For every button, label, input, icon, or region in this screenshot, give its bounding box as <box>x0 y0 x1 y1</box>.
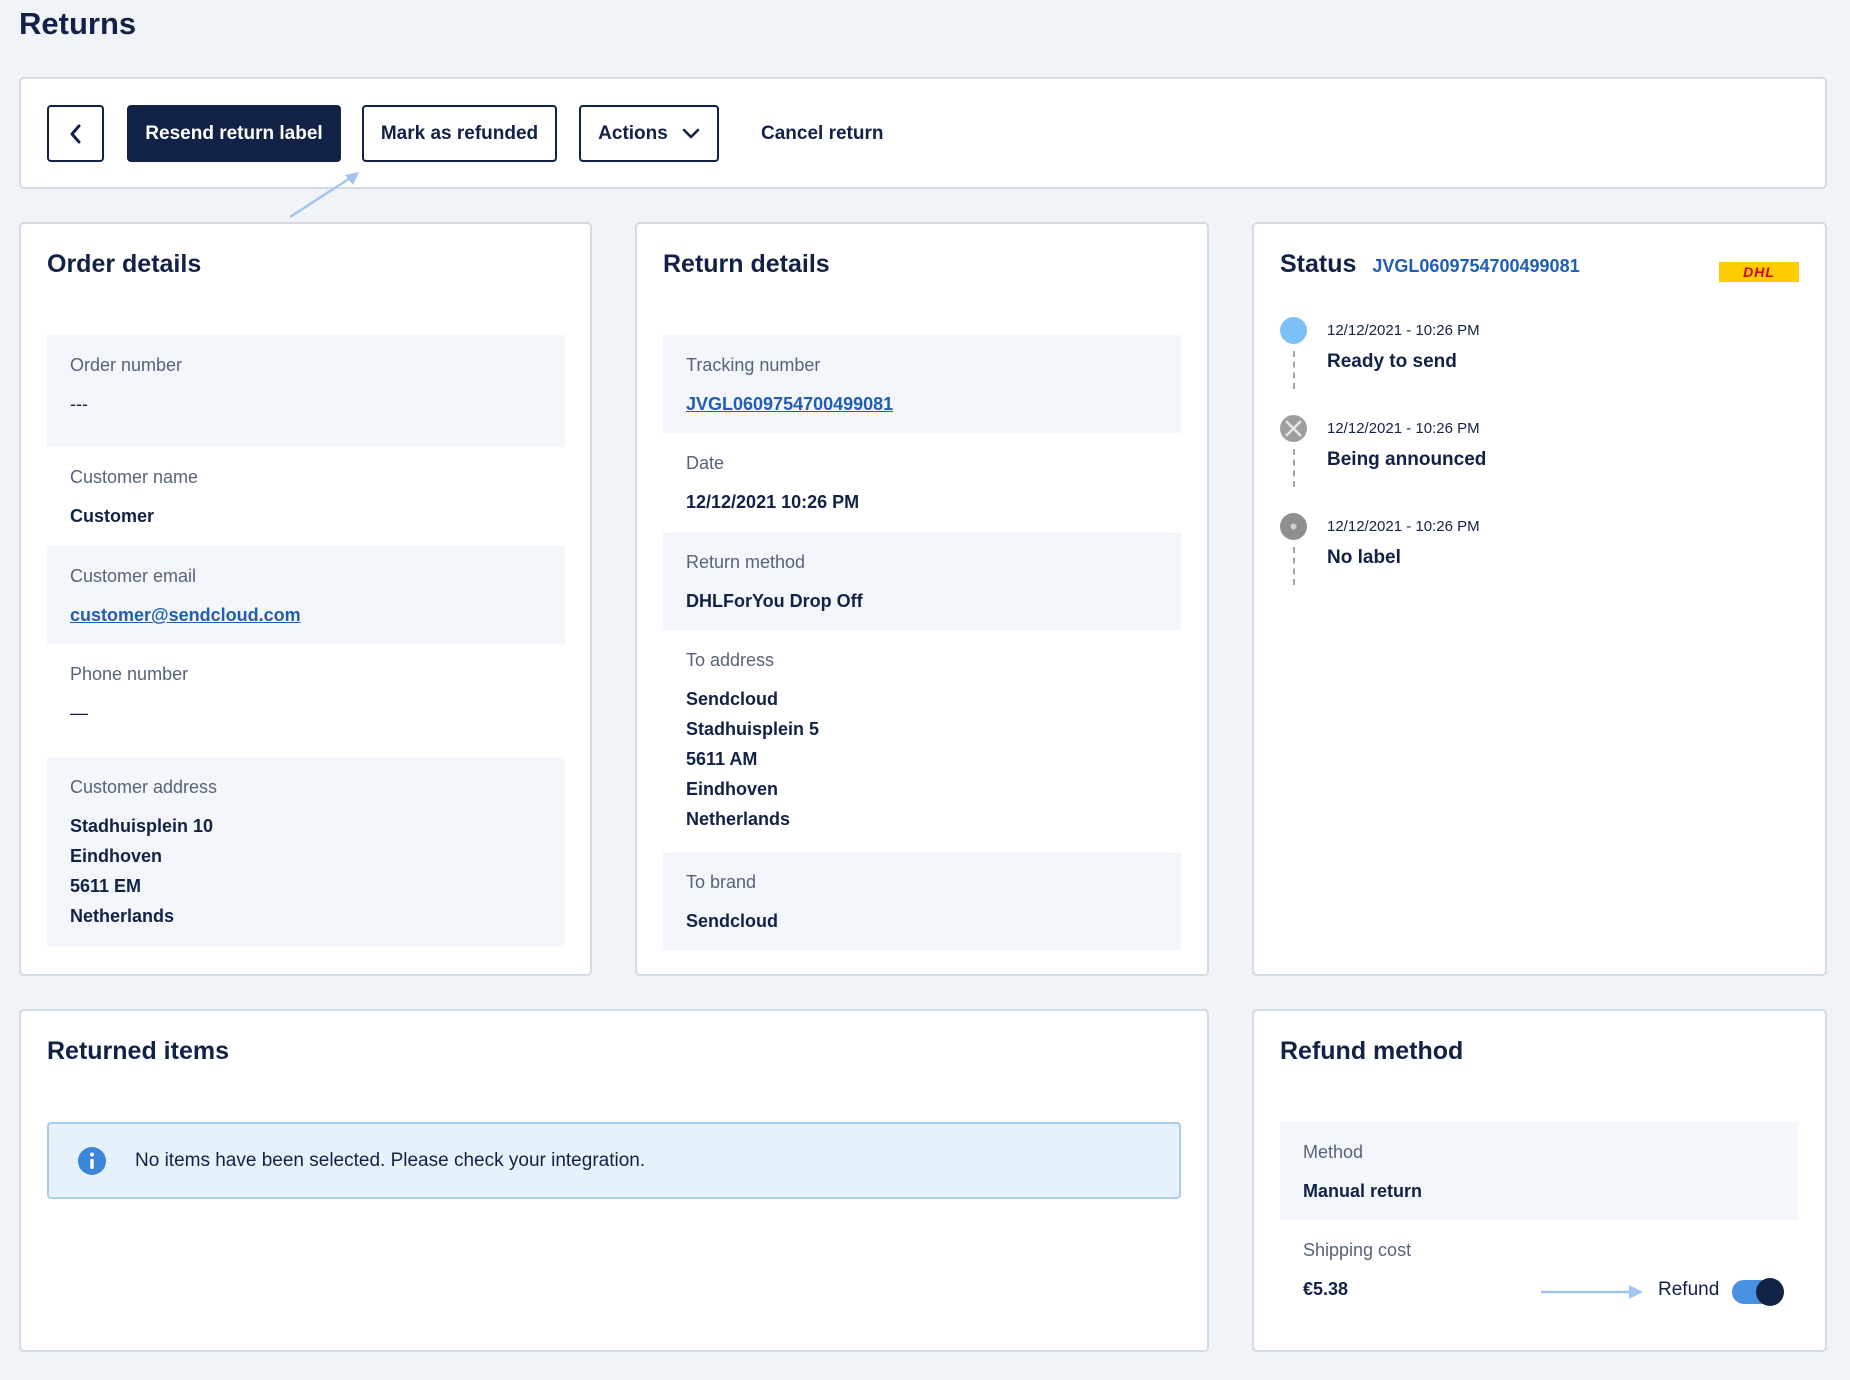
address-line: 5611 AM <box>686 749 758 769</box>
status-card: Status JVGL0609754700499081 DHL 12/12/20… <box>1252 222 1827 976</box>
return-details-card: Return details Tracking number JVGL06097… <box>635 222 1209 976</box>
to-address-label: To address <box>686 650 775 670</box>
address-line: Stadhuisplein 10 <box>70 816 214 836</box>
actions-label: Actions <box>598 122 668 144</box>
timeline-item: 12/12/2021 - 10:26 PM Being announced <box>1280 415 1780 513</box>
to-address-lines: Sendcloud Stadhuisplein 5 5611 AM Eindho… <box>686 684 1158 834</box>
address-line: Stadhuisplein 5 <box>686 719 820 739</box>
timeline-item: 12/12/2021 - 10:26 PM Ready to send <box>1280 317 1780 415</box>
status-dot-icon <box>1280 317 1307 344</box>
tracking-number-label: Tracking number <box>686 355 821 375</box>
return-method-value: DHLForYou Drop Off <box>686 591 863 611</box>
tracking-number-link[interactable]: JVGL0609754700499081 <box>686 389 1158 419</box>
shipping-cost-field: Shipping cost €5.38 <box>1280 1220 1798 1320</box>
customer-email-field: Customer email customer@sendcloud.com <box>47 546 565 644</box>
refund-toggle[interactable] <box>1732 1278 1784 1306</box>
annotation-arrow-right-icon <box>1541 1282 1646 1307</box>
to-brand-value: Sendcloud <box>686 911 779 931</box>
date-value: 12/12/2021 10:26 PM <box>686 492 860 512</box>
method-value: Manual return <box>1303 1181 1423 1201</box>
customer-address-field: Customer address Stadhuisplein 10 Eindho… <box>47 757 565 947</box>
address-line: Eindhoven <box>70 846 163 866</box>
timeline-time: 12/12/2021 - 10:26 PM <box>1327 518 1480 535</box>
method-field: Method Manual return <box>1280 1122 1798 1220</box>
order-number-label: Order number <box>70 355 183 375</box>
address-line: Sendcloud <box>686 689 779 709</box>
mark-as-refunded-button[interactable]: Mark as refunded <box>362 105 557 162</box>
to-address-field: To address Sendcloud Stadhuisplein 5 561… <box>663 630 1181 844</box>
page-title: Returns <box>19 6 137 41</box>
refund-method-title: Refund method <box>1280 1037 1464 1065</box>
status-dot-x-icon <box>1280 415 1307 442</box>
refund-method-card: Refund method Method Manual return Shipp… <box>1252 1009 1827 1352</box>
customer-email-link[interactable]: customer@sendcloud.com <box>70 600 542 630</box>
status-dot-icon <box>1280 513 1307 540</box>
order-number-field: Order number --- <box>47 335 565 447</box>
method-label: Method <box>1303 1142 1364 1162</box>
dhl-logo: DHL <box>1719 262 1799 282</box>
timeline-status: No label <box>1327 547 1401 568</box>
order-details-title: Order details <box>47 250 202 278</box>
date-label: Date <box>686 453 725 473</box>
timeline-time: 12/12/2021 - 10:26 PM <box>1327 420 1480 437</box>
phone-number-value: — <box>70 703 88 723</box>
customer-address-label: Customer address <box>70 777 218 797</box>
timeline-item: 12/12/2021 - 10:26 PM No label <box>1280 513 1780 611</box>
chevron-left-icon <box>68 123 84 145</box>
to-brand-field: To brand Sendcloud <box>663 852 1181 950</box>
info-icon <box>77 1146 107 1176</box>
timeline-status: Ready to send <box>1327 351 1457 372</box>
return-method-label: Return method <box>686 552 806 572</box>
order-number-value: --- <box>70 394 88 414</box>
timeline-connector <box>1293 351 1295 389</box>
address-line: Netherlands <box>70 906 175 926</box>
return-details-title: Return details <box>663 250 830 278</box>
refund-toggle-label: Refund <box>1658 1279 1720 1300</box>
cancel-return-link[interactable]: Cancel return <box>761 105 883 162</box>
tracking-number-field: Tracking number JVGL0609754700499081 <box>663 335 1181 433</box>
returned-items-card: Returned items No items have been select… <box>19 1009 1209 1352</box>
status-header: Status JVGL0609754700499081 <box>1280 250 1580 279</box>
address-line: Eindhoven <box>686 779 779 799</box>
customer-email-label: Customer email <box>70 566 197 586</box>
timeline-status: Being announced <box>1327 449 1487 470</box>
status-tracking-link[interactable]: JVGL0609754700499081 <box>1372 256 1579 277</box>
back-button[interactable] <box>47 105 104 162</box>
return-method-field: Return method DHLForYou Drop Off <box>663 532 1181 630</box>
address-line: Netherlands <box>686 809 791 829</box>
date-field: Date 12/12/2021 10:26 PM <box>663 433 1181 532</box>
phone-number-label: Phone number <box>70 664 189 684</box>
actions-dropdown-button[interactable]: Actions <box>579 105 719 162</box>
customer-name-label: Customer name <box>70 467 199 487</box>
customer-name-value: Customer <box>70 506 155 526</box>
returned-items-title: Returned items <box>47 1037 229 1065</box>
chevron-down-icon <box>682 128 700 140</box>
status-title: Status <box>1280 250 1357 278</box>
resend-return-label-button[interactable]: Resend return label <box>127 105 341 162</box>
timeline-connector <box>1293 449 1295 487</box>
customer-name-field: Customer name Customer <box>47 447 565 546</box>
info-alert: No items have been selected. Please chec… <box>47 1122 1181 1199</box>
phone-number-field: Phone number — <box>47 644 565 757</box>
timeline-connector <box>1293 547 1295 585</box>
order-details-card: Order details Order number --- Customer … <box>19 222 592 976</box>
info-message: No items have been selected. Please chec… <box>135 1149 646 1171</box>
annotation-arrow-icon <box>285 167 365 227</box>
to-brand-label: To brand <box>686 872 757 892</box>
timeline-time: 12/12/2021 - 10:26 PM <box>1327 322 1480 339</box>
customer-address-lines: Stadhuisplein 10 Eindhoven 5611 EM Nethe… <box>70 811 542 931</box>
dhl-logo-text: DHL <box>1743 264 1775 280</box>
address-line: 5611 EM <box>70 876 142 896</box>
toggle-knob <box>1756 1278 1784 1306</box>
shipping-cost-label: Shipping cost <box>1303 1240 1412 1260</box>
